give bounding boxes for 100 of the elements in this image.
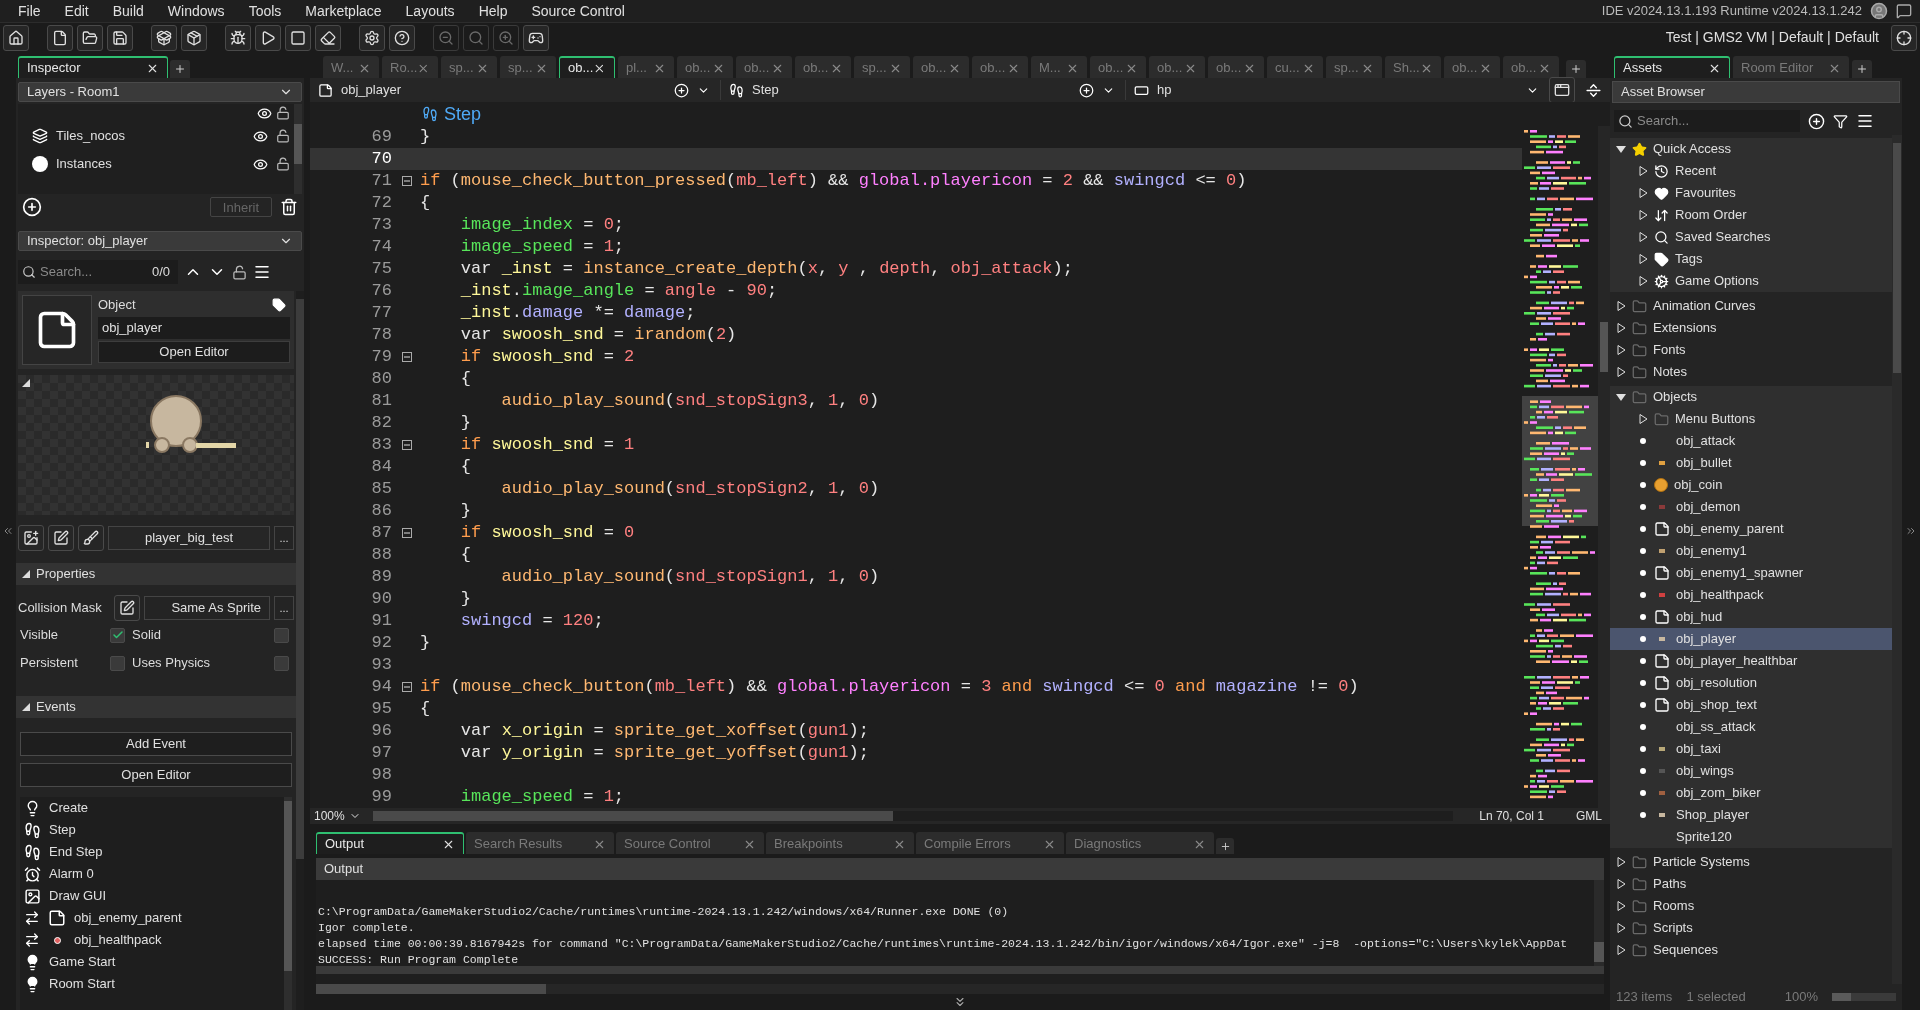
layers-dropdown[interactable]: Layers - Room1 — [18, 82, 302, 102]
caret-icon[interactable] — [1638, 414, 1648, 424]
asset-tree-item[interactable]: Notes — [1610, 361, 1892, 383]
fold-icon[interactable] — [402, 352, 412, 362]
filter-icon[interactable] — [1833, 113, 1848, 129]
tag-icon[interactable] — [272, 298, 286, 312]
user-icon[interactable] — [1870, 2, 1888, 20]
add-layer-icon[interactable] — [22, 197, 42, 217]
asset-tree-item[interactable]: obj_wings — [1610, 760, 1892, 782]
menu-icon[interactable] — [1856, 112, 1874, 130]
event-item[interactable]: Create — [20, 797, 284, 819]
home-button[interactable] — [3, 24, 29, 51]
caret-icon[interactable] — [22, 570, 30, 578]
asset-tree-item[interactable]: Sequences — [1610, 939, 1892, 961]
asset-tree-item[interactable]: Paths — [1610, 873, 1892, 895]
target-button[interactable] — [1891, 24, 1917, 51]
scrollbar[interactable] — [1892, 135, 1902, 984]
asset-tree-item[interactable]: Scripts — [1610, 917, 1892, 939]
event-item[interactable]: Alarm 0 — [20, 863, 284, 885]
asset-tree-item[interactable]: Sprite120 — [1610, 826, 1892, 848]
caret-icon[interactable] — [22, 703, 30, 711]
chat-icon[interactable] — [1896, 3, 1912, 19]
collapse-left-icon[interactable] — [2, 525, 14, 537]
add-tab-button[interactable] — [1216, 838, 1234, 854]
panel-tab[interactable]: Output — [316, 832, 464, 854]
caret-icon[interactable] — [1616, 923, 1626, 933]
edit-mask-button[interactable] — [114, 595, 140, 621]
new-sprite-button[interactable] — [18, 525, 44, 551]
asset-tree-item[interactable]: Saved Searches — [1610, 226, 1892, 248]
caret-icon[interactable] — [1616, 367, 1626, 377]
edit-sprite-button[interactable] — [48, 525, 74, 551]
asset-tree-item[interactable]: obj_taxi — [1610, 738, 1892, 760]
device-button[interactable] — [523, 24, 549, 51]
checkbox[interactable] — [110, 627, 125, 643]
asset-tree-item[interactable]: obj_enemy1_spawner — [1610, 562, 1892, 584]
scrollbar[interactable] — [296, 291, 304, 1010]
asset-tree-item[interactable]: obj_attack — [1610, 430, 1892, 452]
menu-item[interactable]: Help — [478, 0, 508, 22]
asset-tree-item[interactable]: Extensions — [1610, 317, 1892, 339]
menu-icon[interactable] — [253, 263, 271, 281]
layer-item[interactable]: Instances — [18, 150, 294, 178]
caret-icon[interactable] — [1638, 232, 1648, 242]
menu-item[interactable]: Marketplace — [305, 0, 382, 22]
asset-tree-item[interactable]: Quick Access — [1610, 138, 1892, 160]
event-item[interactable]: Step — [20, 819, 284, 841]
asset-tree-item[interactable]: Particle Systems — [1610, 851, 1892, 873]
menu-item[interactable]: Windows — [167, 0, 225, 22]
fold-icon[interactable] — [402, 682, 412, 692]
open-project-button[interactable] — [77, 24, 103, 51]
asset-tree-item[interactable]: Favourites — [1610, 182, 1892, 204]
layer-item[interactable]: Tiles_nocos — [18, 122, 294, 150]
caret-icon[interactable] — [1638, 166, 1648, 176]
caret-icon[interactable] — [1616, 857, 1626, 867]
asset-tree-item[interactable]: obj_healthpack — [1610, 584, 1892, 606]
brush-button[interactable] — [78, 525, 104, 551]
clean-button[interactable] — [315, 24, 341, 51]
asset-tree-item[interactable]: Animation Curves — [1610, 295, 1892, 317]
inspector-dropdown[interactable]: Inspector: obj_player — [18, 231, 302, 251]
menu-item[interactable]: Layouts — [405, 0, 455, 22]
caret-icon[interactable] — [1616, 879, 1626, 889]
expand-panel-icon[interactable] — [953, 995, 967, 1009]
caret-icon[interactable] — [1638, 254, 1648, 264]
scrollbar[interactable] — [1598, 126, 1610, 808]
new-project-button[interactable] — [47, 24, 73, 51]
lock-icon[interactable] — [276, 129, 290, 143]
menu-item[interactable]: Build — [112, 0, 144, 22]
menu-item[interactable]: Edit — [64, 0, 89, 22]
debug-button[interactable] — [225, 24, 251, 51]
variable-selector[interactable]: hp — [1125, 80, 1539, 100]
zoom-slider[interactable] — [1832, 993, 1896, 1001]
fold-icon[interactable] — [402, 440, 412, 450]
split-icon[interactable] — [1585, 81, 1602, 99]
search-field[interactable]: Search... 0/0 — [18, 260, 178, 284]
scrollbar[interactable] — [284, 797, 292, 1010]
asset-tree-item[interactable]: Menu Buttons — [1610, 408, 1892, 430]
caret-icon[interactable] — [1616, 323, 1626, 333]
help-button[interactable] — [389, 24, 415, 51]
add-event-button[interactable]: Add Event — [20, 732, 292, 756]
asset-tree-item[interactable]: obj_demon — [1610, 496, 1892, 518]
more-button[interactable]: ... — [274, 526, 294, 550]
asset-tree-item[interactable]: Room Order — [1610, 204, 1892, 226]
asset-tree-item[interactable]: Shop_player — [1610, 804, 1892, 826]
collision-mask-button[interactable]: Same As Sprite — [144, 596, 270, 620]
event-item[interactable]: Room Start — [20, 973, 284, 995]
checkbox[interactable] — [110, 655, 125, 671]
zoom-reset-button[interactable] — [463, 24, 489, 51]
properties-header[interactable]: Properties — [16, 563, 296, 585]
asset-tree-item[interactable]: obj_hud — [1610, 606, 1892, 628]
asset-tree-item[interactable]: Game Options — [1610, 270, 1892, 292]
save-button[interactable] — [107, 24, 133, 51]
trash-icon[interactable] — [280, 198, 298, 216]
asset-tree-item[interactable]: obj_shop_text — [1610, 694, 1892, 716]
search-input[interactable]: Search... — [1637, 111, 1796, 131]
open-editor-button[interactable]: Open Editor — [98, 341, 290, 363]
scrollbar[interactable] — [294, 104, 302, 194]
caret-icon[interactable] — [1638, 188, 1648, 198]
asset-tree-item[interactable]: obj_resolution — [1610, 672, 1892, 694]
add-tab-button[interactable] — [1566, 60, 1586, 78]
asset-tree-item[interactable]: obj_zom_biker — [1610, 782, 1892, 804]
caret-icon[interactable] — [1638, 276, 1648, 286]
